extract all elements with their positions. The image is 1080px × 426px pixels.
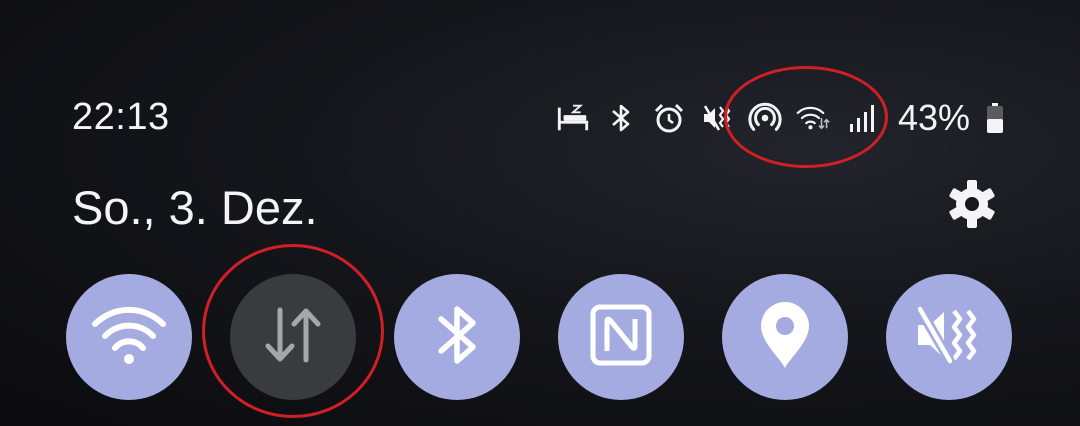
alarm-icon [652, 101, 686, 135]
status-time: 22:13 [72, 96, 170, 138]
vibrate-icon [700, 101, 734, 135]
nfc-tile[interactable] [558, 274, 684, 400]
sound-vibrate-tile[interactable] [886, 274, 1012, 400]
wifi-tile[interactable] [66, 274, 192, 400]
battery-icon [984, 101, 1006, 135]
wifi-icon [90, 304, 168, 371]
wifi-data-icon [796, 101, 830, 135]
vibrate-mute-icon [914, 303, 984, 372]
bluetooth-icon [604, 101, 638, 135]
location-tile[interactable] [722, 274, 848, 400]
quick-settings-tiles [66, 274, 1014, 400]
battery-percent: 43% [897, 97, 970, 138]
settings-button[interactable] [944, 178, 1000, 234]
gear-icon [946, 178, 998, 235]
signal-icon [844, 101, 878, 135]
sleep-mode-icon [556, 101, 590, 135]
data-transfer-icon [260, 304, 326, 371]
status-bar: 22:13 43% [0, 90, 1080, 146]
nfc-icon [589, 303, 653, 372]
date-label: So., 3. Dez. [72, 181, 318, 234]
bluetooth-tile[interactable] [394, 274, 520, 400]
bluetooth-icon [435, 301, 479, 374]
location-pin-icon [758, 300, 812, 375]
hotspot-icon [748, 101, 782, 135]
status-icons: 43% [556, 96, 1006, 140]
mobile-data-tile[interactable] [230, 274, 356, 400]
